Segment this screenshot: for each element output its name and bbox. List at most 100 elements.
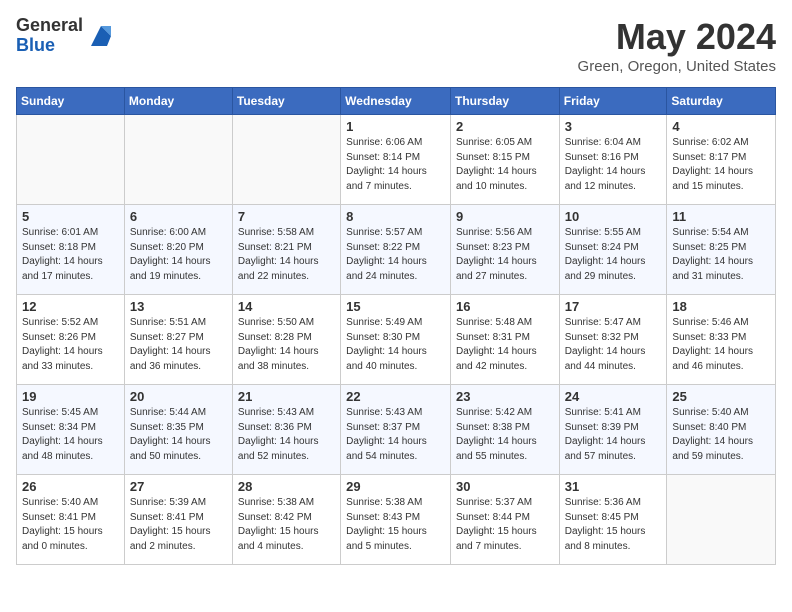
day-info: Sunrise: 5:55 AM Sunset: 8:24 PM Dayligh…: [565, 226, 662, 284]
calendar-cell: 25 Sunrise: 5:40 AM Sunset: 8:40 PM Dayli…: [667, 385, 776, 475]
calendar-cell: 4Sunrise: 6:02 AM Sunset: 8:17 PM Daylig…: [667, 115, 776, 205]
day-number: 11: [672, 209, 770, 224]
calendar-cell: 28Sunrise: 5:38 AM Sunset: 8:42 PM Dayli…: [232, 475, 340, 565]
day-number: 15: [346, 299, 445, 314]
day-info: Sunrise: 5:36 AM Sunset: 8:45 PM Dayligh…: [565, 496, 662, 554]
calendar-cell: 11 Sunrise: 5:54 AM Sunset: 8:25 PM Dayli…: [667, 205, 776, 295]
calendar-cell: 1Sunrise: 6:06 AM Sunset: 8:14 PM Daylig…: [341, 115, 451, 205]
calendar-cell: 19 Sunrise: 5:45 AM Sunset: 8:34 PM Dayli…: [17, 385, 125, 475]
calendar-cell: 6 Sunrise: 6:00 AM Sunset: 8:20 PM Daylig…: [124, 205, 232, 295]
day-info: Sunrise: 5:51 AM Sunset: 8:27 PM Dayligh…: [130, 316, 227, 374]
calendar-cell: 9 Sunrise: 5:56 AM Sunset: 8:23 PM Daylig…: [450, 205, 559, 295]
calendar-cell: 13 Sunrise: 5:51 AM Sunset: 8:27 PM Dayli…: [124, 295, 232, 385]
calendar-cell: 15 Sunrise: 5:49 AM Sunset: 8:30 PM Dayli…: [341, 295, 451, 385]
day-number: 8: [346, 209, 445, 224]
day-number: 13: [130, 299, 227, 314]
day-number: 29: [346, 479, 445, 494]
day-info: Sunrise: 6:04 AM Sunset: 8:16 PM Dayligh…: [565, 136, 662, 194]
day-info: Sunrise: 5:40 AM Sunset: 8:40 PM Dayligh…: [672, 406, 770, 464]
day-number: 3: [565, 119, 662, 134]
calendar-table: SundayMondayTuesdayWednesdayThursdayFrid…: [16, 87, 776, 565]
weekday-header-saturday: Saturday: [667, 88, 776, 115]
day-number: 9: [456, 209, 554, 224]
month-title: May 2024: [578, 16, 776, 58]
weekday-header-wednesday: Wednesday: [341, 88, 451, 115]
day-info: Sunrise: 5:42 AM Sunset: 8:38 PM Dayligh…: [456, 406, 554, 464]
calendar-cell: 3 Sunrise: 6:04 AM Sunset: 8:16 PM Daylig…: [559, 115, 667, 205]
day-info: Sunrise: 5:58 AM Sunset: 8:21 PM Dayligh…: [238, 226, 335, 284]
day-number: 22: [346, 389, 445, 404]
day-number: 26: [22, 479, 119, 494]
day-info: Sunrise: 5:48 AM Sunset: 8:31 PM Dayligh…: [456, 316, 554, 374]
calendar-cell: 26 Sunrise: 5:40 AM Sunset: 8:41 PM Dayli…: [17, 475, 125, 565]
day-number: 1: [346, 119, 445, 134]
calendar-cell: 17Sunrise: 5:47 AM Sunset: 8:32 PM Dayli…: [559, 295, 667, 385]
calendar-cell: 24 Sunrise: 5:41 AM Sunset: 8:39 PM Dayli…: [559, 385, 667, 475]
week-row-4: 19 Sunrise: 5:45 AM Sunset: 8:34 PM Dayli…: [17, 385, 776, 475]
calendar-cell: 29 Sunrise: 5:38 AM Sunset: 8:43 PM Dayli…: [341, 475, 451, 565]
day-info: Sunrise: 5:45 AM Sunset: 8:34 PM Dayligh…: [22, 406, 119, 464]
day-number: 10: [565, 209, 662, 224]
calendar-cell: [17, 115, 125, 205]
title-block: May 2024 Green, Oregon, United States: [578, 16, 776, 75]
day-info: Sunrise: 5:54 AM Sunset: 8:25 PM Dayligh…: [672, 226, 770, 284]
day-number: 27: [130, 479, 227, 494]
calendar-cell: 30 Sunrise: 5:37 AM Sunset: 8:44 PM Dayli…: [450, 475, 559, 565]
day-number: 23: [456, 389, 554, 404]
day-info: Sunrise: 5:57 AM Sunset: 8:22 PM Dayligh…: [346, 226, 445, 284]
calendar-cell: 8 Sunrise: 5:57 AM Sunset: 8:22 PM Daylig…: [341, 205, 451, 295]
day-number: 2: [456, 119, 554, 134]
day-number: 6: [130, 209, 227, 224]
day-info: Sunrise: 5:52 AM Sunset: 8:26 PM Dayligh…: [22, 316, 119, 374]
day-info: Sunrise: 5:43 AM Sunset: 8:37 PM Dayligh…: [346, 406, 445, 464]
day-info: Sunrise: 5:40 AM Sunset: 8:41 PM Dayligh…: [22, 496, 119, 554]
logo: General Blue: [16, 16, 115, 56]
calendar-cell: 12 Sunrise: 5:52 AM Sunset: 8:26 PM Dayli…: [17, 295, 125, 385]
calendar-cell: 16 Sunrise: 5:48 AM Sunset: 8:31 PM Dayli…: [450, 295, 559, 385]
day-info: Sunrise: 5:46 AM Sunset: 8:33 PM Dayligh…: [672, 316, 770, 374]
day-info: Sunrise: 6:02 AM Sunset: 8:17 PM Dayligh…: [672, 136, 770, 194]
calendar-cell: [124, 115, 232, 205]
day-info: Sunrise: 5:38 AM Sunset: 8:43 PM Dayligh…: [346, 496, 445, 554]
day-info: Sunrise: 5:37 AM Sunset: 8:44 PM Dayligh…: [456, 496, 554, 554]
day-number: 7: [238, 209, 335, 224]
calendar-cell: 23 Sunrise: 5:42 AM Sunset: 8:38 PM Dayli…: [450, 385, 559, 475]
day-number: 17: [565, 299, 662, 314]
day-number: 30: [456, 479, 554, 494]
day-info: Sunrise: 6:01 AM Sunset: 8:18 PM Dayligh…: [22, 226, 119, 284]
week-row-5: 26 Sunrise: 5:40 AM Sunset: 8:41 PM Dayli…: [17, 475, 776, 565]
day-number: 24: [565, 389, 662, 404]
weekday-header-monday: Monday: [124, 88, 232, 115]
day-number: 19: [22, 389, 119, 404]
page-header: General Blue May 2024 Green, Oregon, Uni…: [16, 16, 776, 75]
day-number: 31: [565, 479, 662, 494]
day-number: 25: [672, 389, 770, 404]
day-info: Sunrise: 5:56 AM Sunset: 8:23 PM Dayligh…: [456, 226, 554, 284]
day-info: Sunrise: 5:50 AM Sunset: 8:28 PM Dayligh…: [238, 316, 335, 374]
week-row-3: 12 Sunrise: 5:52 AM Sunset: 8:26 PM Dayli…: [17, 295, 776, 385]
day-info: Sunrise: 5:49 AM Sunset: 8:30 PM Dayligh…: [346, 316, 445, 374]
day-info: Sunrise: 5:41 AM Sunset: 8:39 PM Dayligh…: [565, 406, 662, 464]
calendar-cell: 20 Sunrise: 5:44 AM Sunset: 8:35 PM Dayli…: [124, 385, 232, 475]
day-info: Sunrise: 6:00 AM Sunset: 8:20 PM Dayligh…: [130, 226, 227, 284]
day-number: 20: [130, 389, 227, 404]
week-row-2: 5Sunrise: 6:01 AM Sunset: 8:18 PM Daylig…: [17, 205, 776, 295]
weekday-header-friday: Friday: [559, 88, 667, 115]
day-number: 16: [456, 299, 554, 314]
day-info: Sunrise: 5:38 AM Sunset: 8:42 PM Dayligh…: [238, 496, 335, 554]
calendar-cell: 14 Sunrise: 5:50 AM Sunset: 8:28 PM Dayli…: [232, 295, 340, 385]
day-info: Sunrise: 5:43 AM Sunset: 8:36 PM Dayligh…: [238, 406, 335, 464]
weekday-header-thursday: Thursday: [450, 88, 559, 115]
calendar-cell: 5Sunrise: 6:01 AM Sunset: 8:18 PM Daylig…: [17, 205, 125, 295]
calendar-cell: 21Sunrise: 5:43 AM Sunset: 8:36 PM Dayli…: [232, 385, 340, 475]
logo-general-text: General: [16, 16, 83, 36]
calendar-cell: [232, 115, 340, 205]
weekday-header-tuesday: Tuesday: [232, 88, 340, 115]
day-info: Sunrise: 5:44 AM Sunset: 8:35 PM Dayligh…: [130, 406, 227, 464]
logo-blue-text: Blue: [16, 36, 83, 56]
calendar-cell: 7 Sunrise: 5:58 AM Sunset: 8:21 PM Daylig…: [232, 205, 340, 295]
weekday-header-sunday: Sunday: [17, 88, 125, 115]
day-number: 12: [22, 299, 119, 314]
calendar-cell: 31 Sunrise: 5:36 AM Sunset: 8:45 PM Dayli…: [559, 475, 667, 565]
day-number: 14: [238, 299, 335, 314]
